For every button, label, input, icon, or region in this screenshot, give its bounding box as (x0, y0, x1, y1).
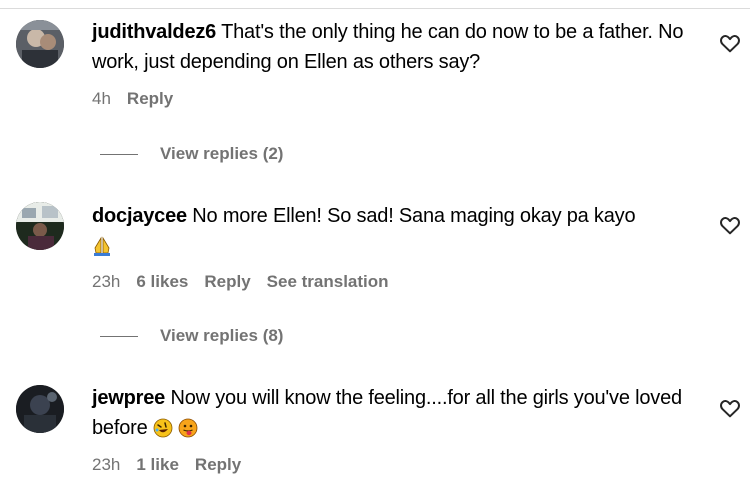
comment-text: No more Ellen! So sad! Sana maging okay … (192, 205, 636, 227)
reply-button[interactable]: Reply (127, 89, 173, 108)
comment-meta: 4h Reply (92, 89, 189, 109)
replies-divider (100, 153, 138, 155)
view-replies-button[interactable]: View replies (8) (100, 326, 283, 346)
comment-time: 23h (92, 272, 121, 291)
heart-outline-icon[interactable] (718, 396, 742, 420)
comment-body: docjaycee No more Ellen! So sad! Sana ma… (92, 201, 692, 261)
comment-meta: 23h 1 like Reply (92, 455, 257, 475)
comment-username[interactable]: judithvaldez6 (92, 21, 216, 43)
comment-username[interactable]: jewpree (92, 387, 165, 409)
heart-outline-icon[interactable] (718, 31, 742, 55)
see-translation-button[interactable]: See translation (267, 272, 389, 291)
comment-time: 23h (92, 455, 121, 474)
reply-button[interactable]: Reply (195, 455, 241, 474)
view-replies-label: View replies (8) (160, 326, 284, 345)
view-replies-label: View replies (2) (160, 144, 284, 163)
user-avatar[interactable] (16, 385, 64, 433)
replies-divider (100, 335, 138, 337)
reply-button[interactable]: Reply (204, 272, 250, 291)
comment-time: 4h (92, 89, 111, 108)
folded-hands-emoji (92, 236, 112, 256)
comment-body: judithvaldez6 That's the only thing he c… (92, 17, 692, 77)
user-avatar[interactable] (16, 202, 64, 250)
likes-count[interactable]: 6 likes (136, 272, 188, 291)
rolling-on-floor-laughing-emoji (153, 418, 173, 438)
comment-username[interactable]: docjaycee (92, 205, 187, 227)
user-avatar[interactable] (16, 20, 64, 68)
top-divider (0, 8, 750, 9)
face-with-tongue-emoji (178, 418, 198, 438)
view-replies-button[interactable]: View replies (2) (100, 144, 283, 164)
comment-meta: 23h 6 likes Reply See translation (92, 272, 405, 292)
likes-count[interactable]: 1 like (136, 455, 179, 474)
heart-outline-icon[interactable] (718, 213, 742, 237)
comment-body: jewpree Now you will know the feeling...… (92, 383, 692, 443)
